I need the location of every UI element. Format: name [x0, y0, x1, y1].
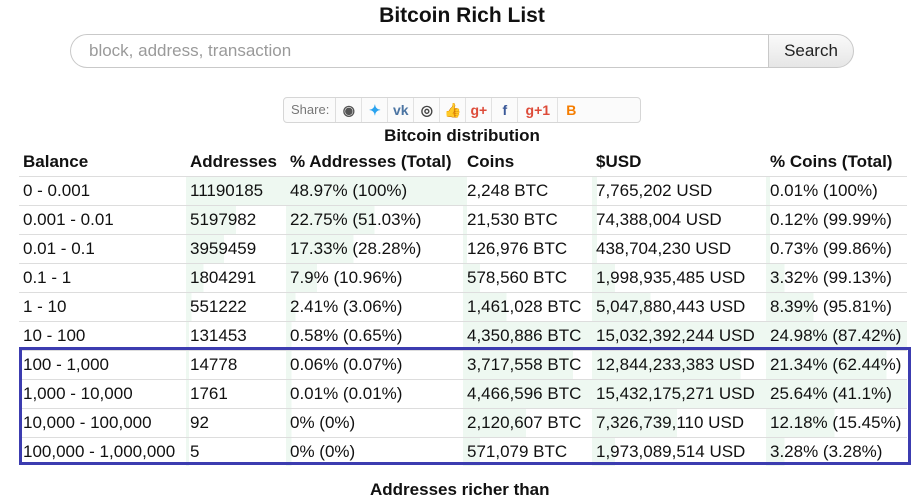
cell-pct-coins: 25.64% (41.1%)	[766, 379, 907, 409]
search-input[interactable]	[70, 34, 768, 68]
weibo-icon[interactable]: ◎	[414, 98, 441, 122]
cell-usd: 15,432,175,271 USD	[592, 379, 766, 409]
table-row: 10 - 100 131453 0.58% (0.65%) 4,350,886 BTC…	[19, 321, 907, 351]
table-row: 0.001 - 0.01 5197982 22.75% (51.03%) 21,530…	[19, 205, 907, 235]
search-bar: Search	[70, 34, 854, 70]
google-plus-icon[interactable]: g+	[466, 98, 493, 122]
reddit-icon[interactable]: ◉	[336, 98, 363, 122]
cell-balance: 100,000 - 1,000,000	[19, 437, 186, 466]
cell-usd: 74,388,004 USD	[592, 205, 766, 235]
cell-usd: 438,704,230 USD	[592, 234, 766, 264]
cell-usd: 7,765,202 USD	[592, 176, 766, 206]
header-addresses: Addresses	[190, 152, 277, 171]
cell-pct-addresses: 0.06% (0.07%)	[286, 350, 463, 380]
cell-pct-addresses: 0% (0%)	[286, 437, 463, 466]
header-pct-addresses: % Addresses (Total)	[290, 152, 452, 171]
cell-addresses: 3959459	[186, 234, 286, 264]
table-body: 0 - 0.001 11190185 48.97% (100%) 2,248 BTC 7…	[19, 176, 907, 466]
cell-coins: 578,560 BTC	[463, 263, 592, 293]
search-button[interactable]: Search	[768, 34, 854, 68]
table-row: 0.1 - 1 1804291 7.9% (10.96%) 578,560 BTC 1,…	[19, 263, 907, 293]
next-section-title: Addresses richer than	[370, 480, 550, 499]
table-row: 0 - 0.001 11190185 48.97% (100%) 2,248 BTC 7…	[19, 176, 907, 206]
cell-coins: 4,466,596 BTC	[463, 379, 592, 409]
cell-usd: 12,844,233,383 USD	[592, 350, 766, 380]
cell-balance: 0.01 - 0.1	[19, 234, 186, 264]
cell-addresses: 14778	[186, 350, 286, 380]
header-coins: Coins	[467, 152, 515, 171]
cell-pct-coins: 0.12% (99.99%)	[766, 205, 907, 235]
google-plus-one-icon[interactable]: g+1	[518, 98, 559, 122]
cell-addresses: 5197982	[186, 205, 286, 235]
header-usd: $USD	[596, 152, 642, 171]
facebook-icon[interactable]: f	[492, 98, 519, 122]
table-row: 1 - 10 551222 2.41% (3.06%) 1,461,028 BTC 5,…	[19, 292, 907, 322]
cell-addresses: 11190185	[186, 176, 286, 206]
section-title: Bitcoin distribution	[384, 126, 540, 145]
header-pct-coins: % Coins (Total)	[770, 152, 893, 171]
cell-pct-addresses: 22.75% (51.03%)	[286, 205, 463, 235]
blogger-icon[interactable]: B	[558, 98, 584, 122]
cell-balance: 1,000 - 10,000	[19, 379, 186, 409]
cell-usd: 1,973,089,514 USD	[592, 437, 766, 466]
cell-pct-addresses: 2.41% (3.06%)	[286, 292, 463, 322]
cell-balance: 0.1 - 1	[19, 263, 186, 293]
cell-addresses: 131453	[186, 321, 286, 351]
cell-balance: 100 - 1,000	[19, 350, 186, 380]
vk-icon[interactable]: vk	[388, 98, 415, 122]
cell-coins: 126,976 BTC	[463, 234, 592, 264]
table-row: 1,000 - 10,000 1761 0.01% (0.01%) 4,466,596…	[19, 379, 907, 409]
cell-balance: 1 - 10	[19, 292, 186, 322]
cell-coins: 21,530 BTC	[463, 205, 592, 235]
cell-pct-coins: 8.39% (95.81%)	[766, 292, 907, 322]
share-label: Share:	[284, 98, 337, 122]
cell-addresses: 551222	[186, 292, 286, 322]
cell-addresses: 1804291	[186, 263, 286, 293]
page-title: Bitcoin Rich List	[379, 4, 545, 27]
cell-pct-coins: 3.28% (3.28%)	[766, 437, 907, 466]
header-balance: Balance	[23, 152, 89, 171]
table-header-row: Balance Addresses % Addresses (Total) Co…	[19, 148, 907, 177]
cell-usd: 15,032,392,244 USD	[592, 321, 766, 351]
distribution-table: Balance Addresses % Addresses (Total) Co…	[19, 148, 907, 466]
cell-coins: 3,717,558 BTC	[463, 350, 592, 380]
cell-balance: 10,000 - 100,000	[19, 408, 186, 438]
cell-pct-addresses: 0.58% (0.65%)	[286, 321, 463, 351]
cell-usd: 5,047,880,443 USD	[592, 292, 766, 322]
cell-balance: 0.001 - 0.01	[19, 205, 186, 235]
table-row: 10,000 - 100,000 92 0% (0%) 2,120,607 BTC 7,…	[19, 408, 907, 438]
cell-pct-addresses: 7.9% (10.96%)	[286, 263, 463, 293]
cell-pct-coins: 24.98% (87.42%)	[766, 321, 907, 351]
cell-usd: 7,326,739,110 USD	[592, 408, 766, 438]
twitter-icon[interactable]: ✦	[362, 98, 389, 122]
table-row: 100,000 - 1,000,000 5 0% (0%) 571,079 BTC 1,…	[19, 437, 907, 466]
cell-pct-coins: 0.01% (100%)	[766, 176, 907, 206]
cell-balance: 0 - 0.001	[19, 176, 186, 206]
cell-pct-coins: 12.18% (15.45%)	[766, 408, 907, 438]
cell-addresses: 1761	[186, 379, 286, 409]
cell-coins: 2,120,607 BTC	[463, 408, 592, 438]
cell-coins: 1,461,028 BTC	[463, 292, 592, 322]
cell-pct-addresses: 17.33% (28.28%)	[286, 234, 463, 264]
cell-balance: 10 - 100	[19, 321, 186, 351]
cell-usd: 1,998,935,485 USD	[592, 263, 766, 293]
like-icon[interactable]: 👍	[440, 98, 467, 122]
cell-pct-coins: 21.34% (62.44%)	[766, 350, 907, 380]
cell-addresses: 5	[186, 437, 286, 466]
cell-addresses: 92	[186, 408, 286, 438]
cell-pct-addresses: 0% (0%)	[286, 408, 463, 438]
cell-coins: 2,248 BTC	[463, 176, 592, 206]
cell-coins: 4,350,886 BTC	[463, 321, 592, 351]
cell-pct-coins: 0.73% (99.86%)	[766, 234, 907, 264]
table-row: 100 - 1,000 14778 0.06% (0.07%) 3,717,558 B…	[19, 350, 907, 380]
cell-pct-addresses: 0.01% (0.01%)	[286, 379, 463, 409]
cell-coins: 571,079 BTC	[463, 437, 592, 466]
share-bar: Share: ◉ ✦ vk ◎ 👍 g+ f g+1 B	[283, 97, 641, 123]
share-icons: ◉ ✦ vk ◎ 👍 g+ f g+1 B	[336, 98, 584, 122]
table-row: 0.01 - 0.1 3959459 17.33% (28.28%) 126,976 …	[19, 234, 907, 264]
cell-pct-coins: 3.32% (99.13%)	[766, 263, 907, 293]
cell-pct-addresses: 48.97% (100%)	[286, 176, 463, 206]
